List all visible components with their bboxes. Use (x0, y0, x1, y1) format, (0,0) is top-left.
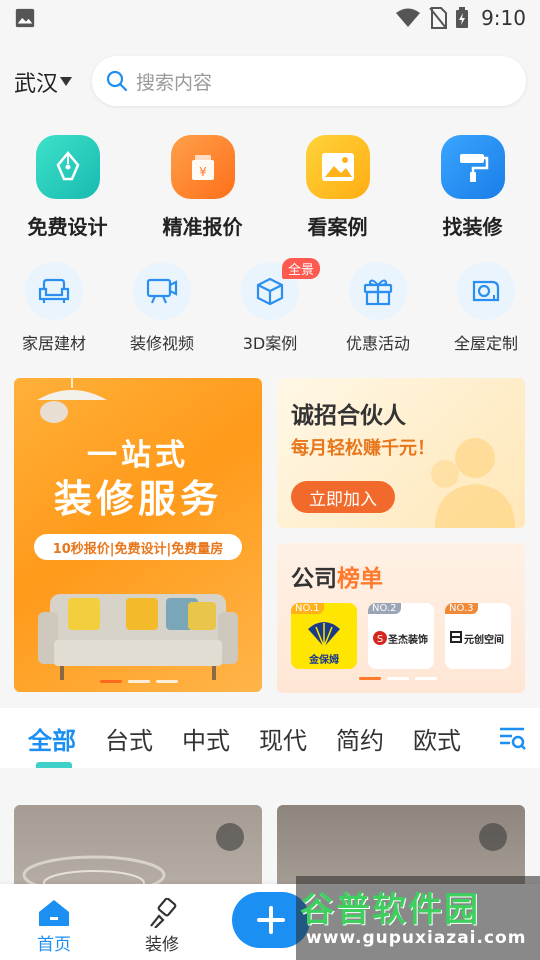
plus-icon (257, 906, 285, 934)
active-tab-indicator (36, 762, 72, 768)
city-label: 武汉 (14, 72, 59, 97)
one-stop-service-banner[interactable]: 一站式 装修服务 10秒报价|免费设计|免费量房 (14, 378, 262, 692)
banner-features-pill: 10秒报价|免费设计|免费量房 (34, 534, 242, 560)
rank-1-number: NO.1 (291, 603, 324, 614)
rank-3-company-card[interactable]: NO.3 元创空间 (445, 603, 511, 669)
status-time: 9:10 (481, 6, 526, 30)
sofa-illustration (38, 594, 238, 680)
tab-chinese[interactable]: 中式 (182, 721, 230, 756)
watermark-url: www.gupuxiazai.com (306, 928, 527, 948)
secondary-service-row: 家居建材 装修视频 全景 3D案例 优惠活动 全屋定制 (0, 258, 540, 354)
rank-1-name: 金保姆 (309, 655, 339, 666)
whole-house-custom-button[interactable]: 全屋定制 (432, 262, 540, 354)
carousel-dot (100, 680, 122, 683)
wifi-icon (396, 8, 421, 27)
search-bar[interactable]: 搜索内容 (92, 56, 526, 106)
watermark-title: 谷普软件园 (300, 890, 480, 930)
picture-icon (321, 153, 354, 181)
find-renovation-button[interactable]: 找装修 (405, 135, 540, 240)
precise-quote-button[interactable]: ¥ 精准报价 (135, 135, 270, 240)
filter-search-icon[interactable] (498, 724, 526, 752)
rank-3-name: 元创空间 (464, 635, 504, 646)
lamp-illustration (37, 378, 107, 423)
view-cases-label: 看案例 (307, 215, 368, 239)
shengjie-logo-icon: S (373, 631, 387, 645)
home-icon (39, 900, 69, 926)
ranking-title: 公司榜单 (291, 559, 383, 593)
style-tab-bar: 全部 台式 中式 现代 简约 欧式 (0, 708, 540, 768)
cube-icon (256, 277, 284, 306)
panorama-badge: 全景 (282, 258, 321, 279)
tab-european[interactable]: 欧式 (413, 721, 461, 756)
renovation-video-button[interactable]: 装修视频 (108, 262, 216, 354)
carousel-indicator (100, 680, 178, 683)
nav-home[interactable]: 首页 (24, 898, 84, 955)
pen-nib-icon (56, 151, 79, 181)
banner-line-2: 装修服务 (53, 477, 222, 521)
home-materials-label: 家居建材 (21, 334, 86, 353)
ranking-carousel-indicator (359, 677, 437, 680)
ranking-title-list: 榜单 (337, 566, 383, 592)
brush-icon (150, 898, 177, 928)
promotions-label: 优惠活动 (345, 334, 410, 353)
battery-charging-icon (456, 7, 469, 28)
gift-icon (363, 279, 393, 306)
sofa-icon (38, 278, 70, 303)
nav-renovation-label: 装修 (145, 935, 179, 955)
carousel-dot (415, 677, 437, 680)
main-service-row: 免费设计 ¥ 精准报价 看案例 找装修 (0, 135, 540, 240)
svg-text:S: S (377, 634, 383, 645)
svg-text:¥: ¥ (199, 165, 207, 179)
join-now-button[interactable]: 立即加入 (291, 481, 395, 513)
tab-minimalist[interactable]: 简约 (336, 721, 384, 756)
free-design-button[interactable]: 免费设计 (0, 135, 135, 240)
carousel-dot (156, 680, 178, 683)
panorama-icon (479, 823, 507, 851)
company-ranking-banner[interactable]: 公司榜单 NO.1 金保姆 NO.2 S 圣杰装饰 NO.3 元创空间 (277, 543, 525, 693)
dropdown-triangle-icon (60, 77, 73, 86)
rank-2-company-card[interactable]: NO.2 S 圣杰装饰 (368, 603, 434, 669)
nav-home-label: 首页 (37, 935, 71, 955)
tab-taishi[interactable]: 台式 (105, 721, 153, 756)
view-cases-button[interactable]: 看案例 (270, 135, 405, 240)
partner-title: 诚招合伙人 (291, 403, 406, 429)
search-icon (106, 70, 128, 92)
yuanchuang-logo-icon (450, 631, 462, 643)
find-renovation-label: 找装修 (442, 215, 503, 239)
tab-all[interactable]: 全部 (28, 721, 76, 756)
rank-2-name: 圣杰装饰 (388, 635, 428, 646)
rank-2-number: NO.2 (368, 603, 401, 614)
renovation-video-label: 装修视频 (129, 334, 194, 353)
ranking-title-company: 公司 (291, 566, 337, 592)
3d-cases-button[interactable]: 全景 3D案例 (216, 258, 324, 354)
carousel-dot (128, 680, 150, 683)
rank-1-company-card[interactable]: NO.1 金保姆 (291, 603, 357, 669)
site-watermark: 谷普软件园 www.gupuxiazai.com (296, 876, 540, 960)
image-notification-icon (15, 8, 35, 28)
measuring-tape-icon (472, 280, 500, 302)
paint-roller-icon (459, 154, 488, 182)
panorama-icon (216, 823, 244, 851)
3d-cases-label: 3D案例 (242, 334, 298, 353)
status-bar: 9:10 (0, 0, 540, 36)
nav-renovation[interactable]: 装修 (132, 898, 192, 955)
no-sim-icon (429, 7, 448, 29)
free-design-label: 免费设计 (27, 215, 108, 239)
shell-logo-icon (308, 622, 340, 648)
precise-quote-label: 精准报价 (162, 215, 243, 239)
promotions-button[interactable]: 优惠活动 (324, 262, 432, 354)
whole-house-custom-label: 全屋定制 (453, 334, 518, 353)
city-selector[interactable]: 武汉 (14, 66, 73, 98)
video-camera-icon (146, 278, 178, 304)
partner-subtitle: 每月轻松赚千元！ (291, 438, 435, 459)
partner-recruit-banner[interactable]: 诚招合伙人 每月轻松赚千元！ 立即加入 (277, 378, 525, 528)
carousel-dot (387, 677, 409, 680)
carousel-dot (359, 677, 381, 680)
yen-box-icon: ¥ (191, 155, 214, 180)
tab-modern[interactable]: 现代 (259, 721, 307, 756)
search-placeholder: 搜索内容 (136, 71, 213, 94)
home-materials-button[interactable]: 家居建材 (0, 262, 108, 354)
rank-3-number: NO.3 (445, 603, 478, 614)
